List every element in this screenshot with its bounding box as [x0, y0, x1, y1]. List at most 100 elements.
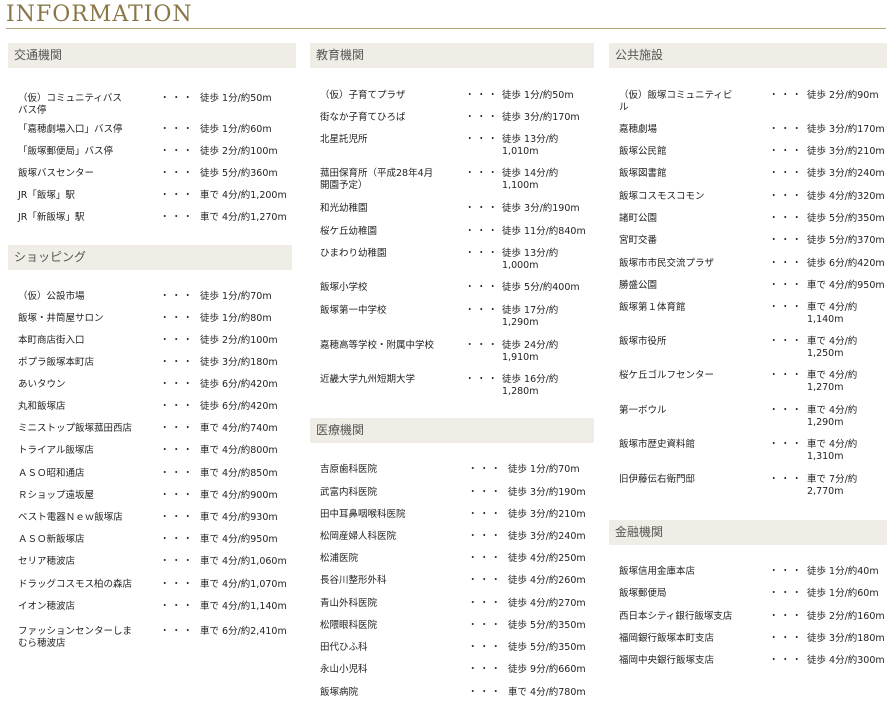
separator-dots: ・・・: [769, 124, 804, 135]
distance-value: 徒歩 13分/約 1,010m: [502, 134, 559, 157]
distance-value: 徒歩 3分/約190m: [502, 203, 580, 214]
facility-name: 西日本シティ銀行飯塚支店: [619, 611, 733, 622]
separator-dots: ・・・: [465, 340, 500, 351]
distance-value: 徒歩 1分/約50m: [502, 90, 574, 101]
distance-value: 徒歩 14分/約 1,100m: [502, 168, 559, 191]
separator-dots: ・・・: [769, 474, 804, 485]
facility-name: 吉原歯科医院: [320, 464, 378, 475]
separator-dots: ・・・: [160, 401, 195, 412]
facility-name: イオン穂波店: [18, 601, 76, 612]
separator-dots: ・・・: [769, 191, 804, 202]
distance-value: 徒歩 1分/約60m: [807, 588, 879, 599]
distance-value: 徒歩 9分/約660m: [508, 664, 586, 675]
distance-value: 徒歩 1分/約70m: [508, 464, 580, 475]
separator-dots: ・・・: [160, 212, 195, 223]
separator-dots: ・・・: [160, 146, 195, 157]
separator-dots: ・・・: [160, 93, 195, 104]
separator-dots: ・・・: [468, 575, 503, 586]
separator-dots: ・・・: [468, 553, 503, 564]
facility-name: 長谷川整形外科: [320, 575, 387, 586]
facility-name: 永山小児科: [320, 664, 368, 675]
section-heading: ショッピング: [8, 245, 292, 270]
distance-value: 徒歩 16分/約 1,280m: [502, 374, 559, 397]
distance-value: 車で 4分/約1,140m: [200, 601, 287, 612]
separator-dots: ・・・: [465, 90, 500, 101]
distance-value: 徒歩 1分/約40m: [807, 566, 879, 577]
distance-value: 徒歩 4分/約300m: [807, 655, 885, 666]
distance-value: 徒歩 5分/約350m: [508, 620, 586, 631]
separator-dots: ・・・: [465, 248, 500, 259]
separator-dots: ・・・: [769, 258, 804, 269]
distance-value: 車で 4分/約 1,290m: [807, 405, 858, 428]
separator-dots: ・・・: [160, 313, 195, 324]
facility-name: 飯塚病院: [320, 687, 359, 698]
facility-name: 飯塚コスモスコモン: [619, 191, 705, 202]
distance-value: 徒歩 1分/約60m: [200, 124, 272, 135]
facility-name: 福岡中央銀行飯塚支店: [619, 655, 715, 666]
distance-value: 徒歩 3分/約190m: [508, 487, 586, 498]
facility-name: 第一ボウル: [619, 405, 667, 416]
separator-dots: ・・・: [160, 445, 195, 456]
distance-value: 車で 4分/約 1,270m: [807, 370, 858, 393]
distance-value: 徒歩 3分/約180m: [807, 633, 885, 644]
separator-dots: ・・・: [468, 642, 503, 653]
facility-name: ファッションセンターしま むら穂波店: [18, 626, 133, 649]
facility-name: 飯塚図書館: [619, 168, 667, 179]
facility-name: 桜ケ丘ゴルフセンター: [619, 370, 715, 381]
facility-name: ミニストップ飯塚菰田西店: [18, 423, 133, 434]
separator-dots: ・・・: [769, 336, 804, 347]
separator-dots: ・・・: [160, 168, 195, 179]
distance-value: 車で 4分/約1,270m: [200, 212, 287, 223]
distance-value: 車で 4分/約930m: [200, 512, 278, 523]
separator-dots: ・・・: [465, 134, 500, 145]
facility-name: ドラッグコスモス柏の森店: [18, 579, 133, 590]
facility-name: 飯塚市市民交流プラザ: [619, 258, 715, 269]
distance-value: 車で 4分/約 1,310m: [807, 439, 858, 462]
page-title: INFORMATION: [6, 2, 886, 29]
distance-value: 車で 4分/約1,060m: [200, 556, 287, 567]
facility-name: 宮町交番: [619, 235, 658, 246]
facility-name: ベスト電器Ｎｅｗ飯塚店: [18, 512, 123, 523]
distance-value: 車で 4分/約 1,140m: [807, 302, 858, 325]
distance-value: 徒歩 13分/約 1,000m: [502, 248, 559, 271]
distance-value: 徒歩 4分/約250m: [508, 553, 586, 564]
separator-dots: ・・・: [160, 579, 195, 590]
facility-name: 北星託児所: [320, 134, 368, 145]
distance-value: 徒歩 3分/約210m: [508, 509, 586, 520]
facility-name: ＡＳＯ昭和通店: [18, 468, 85, 479]
separator-dots: ・・・: [465, 226, 500, 237]
distance-value: 車で 4分/約740m: [200, 423, 278, 434]
facility-name: 松岡産婦人科医院: [320, 531, 397, 542]
facility-name: ひまわり幼稚園: [320, 248, 387, 259]
facility-name: 飯塚バスセンター: [18, 168, 95, 179]
separator-dots: ・・・: [769, 370, 804, 381]
facility-name: 和光幼稚園: [320, 203, 368, 214]
distance-value: 車で 4分/約900m: [200, 490, 278, 501]
facility-name: ＡＳＯ新飯塚店: [18, 534, 85, 545]
facility-name: 菰田保育所（平成28年4月 開園予定）: [320, 168, 434, 191]
separator-dots: ・・・: [465, 374, 500, 385]
section-heading: 金融機関: [609, 520, 887, 545]
separator-dots: ・・・: [468, 664, 503, 675]
distance-value: 車で 4分/約850m: [200, 468, 278, 479]
info-section: 交通機関: [8, 43, 296, 68]
separator-dots: ・・・: [160, 468, 195, 479]
facility-name: 勝盛公園: [619, 280, 658, 291]
separator-dots: ・・・: [160, 423, 195, 434]
distance-value: 徒歩 11分/約840m: [502, 226, 586, 237]
separator-dots: ・・・: [769, 280, 804, 291]
separator-dots: ・・・: [769, 439, 804, 450]
separator-dots: ・・・: [769, 655, 804, 666]
facility-name: （仮）子育てプラザ: [320, 90, 406, 101]
facility-name: 松隈眼科医院: [320, 620, 378, 631]
distance-value: 徒歩 3分/約170m: [502, 112, 580, 123]
facility-name: 飯塚第１体育館: [619, 302, 686, 313]
facility-name: JR「新飯塚」駅: [18, 212, 85, 223]
separator-dots: ・・・: [769, 146, 804, 157]
separator-dots: ・・・: [160, 601, 195, 612]
facility-name: JR「飯塚」駅: [18, 190, 75, 201]
distance-value: 徒歩 1分/約50m: [200, 93, 272, 104]
facility-name: 丸和飯塚店: [18, 401, 66, 412]
info-section: 公共施設: [609, 43, 887, 68]
separator-dots: ・・・: [465, 112, 500, 123]
